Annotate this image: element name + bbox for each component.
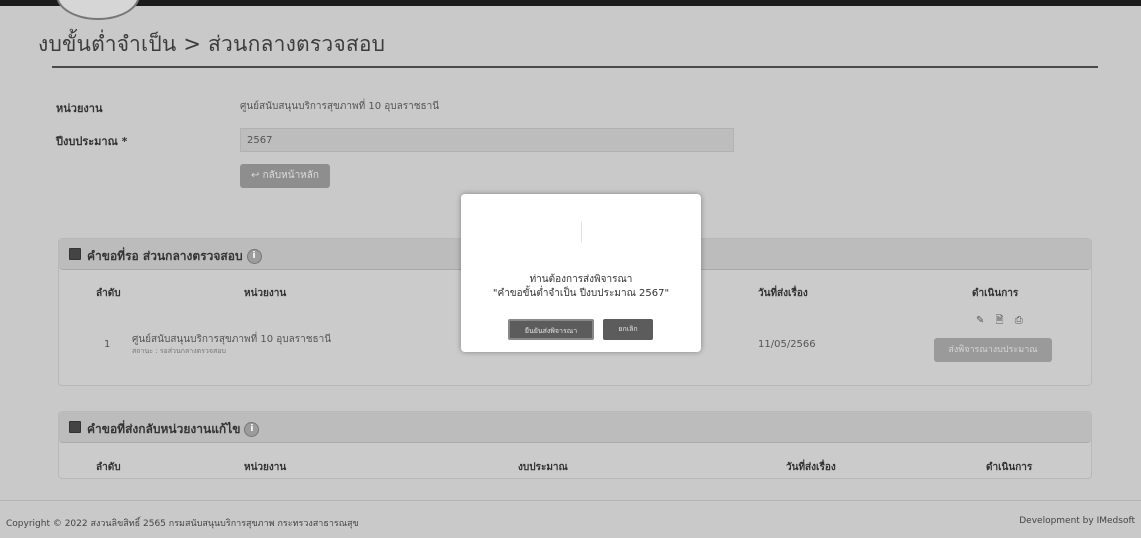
- dialog-icon: [581, 222, 582, 242]
- row-action-icons[interactable]: ✎ 🗎 ⎙: [976, 313, 1027, 330]
- footer-divider: [0, 500, 1141, 501]
- fiscal-year-label: ปีงบประมาณ *: [56, 135, 128, 148]
- returned-panel-header[interactable]: คำขอที่ส่งกลับหน่วยงานแก้ไข i: [59, 412, 1091, 443]
- col-unit: หน่วยงาน: [244, 462, 287, 473]
- returned-panel-title-text: คำขอที่ส่งกลับหน่วยงานแก้ไข: [87, 422, 241, 436]
- pending-panel-title: คำขอที่รอ ส่วนกลางตรวจสอบ i: [87, 247, 262, 266]
- ministry-logo: [56, 0, 140, 20]
- folder-icon: [69, 421, 81, 433]
- page-title: งบขั้นต่ำจำเป็น > ส่วนกลางตรวจสอบ: [38, 32, 386, 56]
- footer-developer: Development by IMedsoft: [1019, 516, 1135, 526]
- footer-copyright: Copyright © 2022 สงวนลิขสิทธิ์ 2565 กรมส…: [6, 519, 359, 529]
- col-unit: หน่วยงาน: [244, 288, 287, 299]
- info-icon[interactable]: i: [244, 422, 260, 437]
- col-action: ดำเนินการ: [986, 462, 1033, 473]
- col-no: ลำดับ: [96, 288, 121, 299]
- col-action: ดำเนินการ: [972, 288, 1019, 299]
- dialog-question: ท่านต้องการส่งพิจารณา: [529, 274, 633, 285]
- dialog-subject: "คำขอขั้นต่ำจำเป็น ปีงบประมาณ 2567": [492, 288, 670, 299]
- unit-label: หน่วยงาน: [56, 102, 103, 115]
- pending-panel-title-text: คำขอที่รอ ส่วนกลางตรวจสอบ: [87, 249, 243, 263]
- col-date: วันที่ส่งเรื่อง: [758, 288, 808, 299]
- col-date: วันที่ส่งเรื่อง: [786, 462, 836, 473]
- unit-value: ศูนย์สนับสนุนบริการสุขภาพที่ 10 อุบลราชธ…: [240, 101, 440, 112]
- col-no: ลำดับ: [96, 462, 121, 473]
- title-divider: [52, 66, 1098, 68]
- confirm-dialog: ท่านต้องการส่งพิจารณา "คำขอขั้นต่ำจำเป็น…: [461, 194, 701, 352]
- folder-icon: [69, 248, 81, 260]
- cancel-button[interactable]: ยกเลิก: [603, 319, 653, 340]
- row-status: สถานะ : รอส่วนกลางตรวจสอบ: [132, 347, 226, 355]
- col-budget: งบประมาณ: [518, 462, 568, 473]
- confirm-send-button[interactable]: ยืนยันส่งพิจารณา: [508, 319, 594, 340]
- info-icon[interactable]: i: [246, 249, 262, 264]
- returned-requests-panel: คำขอที่ส่งกลับหน่วยงานแก้ไข i: [58, 411, 1092, 479]
- row-date: 11/05/2566: [758, 339, 816, 350]
- row-no: 1: [104, 339, 111, 350]
- back-home-button[interactable]: ↩ กลับหน้าหลัก: [240, 164, 330, 188]
- send-review-button[interactable]: ส่งพิจารณางบประมาณ: [934, 338, 1052, 362]
- row-unit: ศูนย์สนับสนุนบริการสุขภาพที่ 10 อุบลราชธ…: [132, 334, 332, 345]
- top-bar: [0, 0, 1141, 6]
- fiscal-year-select[interactable]: 2567: [240, 128, 734, 152]
- returned-panel-title: คำขอที่ส่งกลับหน่วยงานแก้ไข i: [87, 420, 260, 439]
